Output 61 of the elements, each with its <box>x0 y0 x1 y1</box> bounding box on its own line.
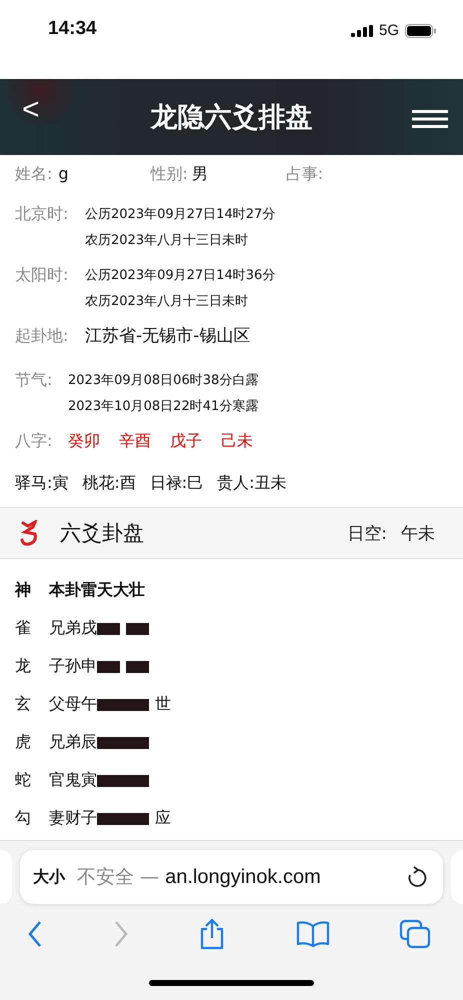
shensha-item: 驿马:寅 <box>15 472 68 494</box>
book-icon[interactable] <box>296 920 330 948</box>
dragon-icon <box>20 520 38 546</box>
section-title: 六爻卦盘 <box>60 520 145 547</box>
line-marker: 世 <box>155 694 171 715</box>
relation-cell: 官鬼寅 <box>49 770 97 791</box>
menu-icon[interactable] <box>412 109 448 129</box>
time-label: 北京时: <box>15 203 70 225</box>
solar-term-line: 2023年09月08日06时38分白露 <box>68 372 258 390</box>
date-line: 农历2023年八月十三日未时 <box>85 293 250 311</box>
day-void-value: 午未 <box>401 522 435 544</box>
bazi-pillar: 戊子 <box>170 430 203 452</box>
gender-value: 男 <box>192 163 209 185</box>
back-button[interactable]: < <box>22 93 40 127</box>
status-time: 14:34 <box>48 18 97 40</box>
spirit-cell-text: 雀 <box>15 618 32 639</box>
back-icon[interactable] <box>27 920 43 948</box>
day-void-label: 日空: <box>347 522 387 544</box>
relation-cell: 妻财子 <box>49 808 97 829</box>
gender-label: 性别: <box>150 163 188 185</box>
date-line: 公历2023年09月27日14时27分 <box>85 206 276 224</box>
signal-icon <box>350 24 373 36</box>
page-title: 龙隐六爻排盘 <box>150 101 312 135</box>
solar-term-line: 2023年10月08日22时41分寒露 <box>68 398 258 416</box>
bazi-pillar: 己未 <box>221 430 254 452</box>
bazi-pillar: 辛酉 <box>119 430 152 452</box>
relation-cell: 兄弟辰 <box>49 732 97 753</box>
date-line: 公历2023年09月27日14时36分 <box>85 267 276 285</box>
name-value: g <box>58 163 70 185</box>
name-label: 姓名: <box>15 163 52 185</box>
insecure-label: 不安全 — <box>77 865 160 890</box>
spirit-cell-text: 勾 <box>15 808 32 829</box>
url-text: an.longyinok.com <box>165 866 322 888</box>
relation-cell: 父母午 <box>49 694 97 715</box>
matter-label: 占事: <box>286 163 324 185</box>
spirit-cell-text: 蛇 <box>15 770 32 791</box>
network-label: 5G <box>378 22 399 39</box>
reload-icon[interactable] <box>407 866 427 888</box>
shensha-item: 桃花:酉 <box>82 472 136 494</box>
place-value: 江苏省-无锡市-锡山区 <box>85 325 250 347</box>
shensha-item: 贵人:丑未 <box>217 472 287 494</box>
relation-cell: 子孙申 <box>49 656 97 677</box>
spirit-cell-text: 龙 <box>15 656 32 677</box>
tabs-icon[interactable] <box>399 919 431 949</box>
share-icon[interactable] <box>198 918 226 950</box>
bazi-label: 八字: <box>15 430 54 452</box>
shensha-item: 日禄:巳 <box>150 472 204 494</box>
spirit-cell-text: 虎 <box>15 732 32 753</box>
column-header: 神 <box>15 580 32 601</box>
spirit-cell-text: 玄 <box>15 694 32 715</box>
date-line: 农历2023年八月十三日未时 <box>85 232 250 250</box>
time-label: 太阳时: <box>15 264 70 286</box>
solar-term-label: 节气: <box>15 369 54 391</box>
text-size-button[interactable]: 大小 <box>33 866 65 888</box>
relation-cell: 兄弟戌 <box>49 618 97 639</box>
bazi-pillar: 癸卯 <box>68 430 101 452</box>
battery-icon <box>405 24 437 38</box>
address-bar[interactable]: 大小 不安全 — an.longyinok.com <box>20 850 443 904</box>
line-marker: 应 <box>155 808 171 829</box>
hexagram-name: 本卦雷天大壮 <box>49 580 145 601</box>
place-label: 起卦地: <box>15 325 70 347</box>
